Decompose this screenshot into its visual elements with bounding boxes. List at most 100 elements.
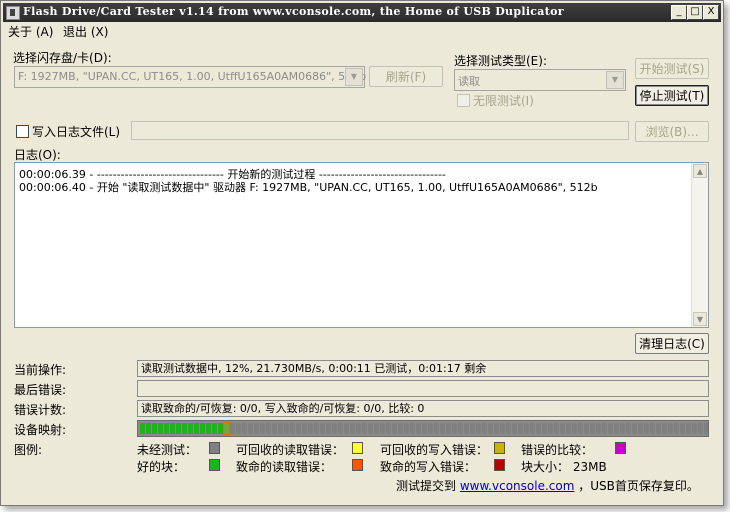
device-map-block [344, 423, 349, 434]
device-map-block [650, 423, 655, 434]
device-map-block [530, 423, 535, 434]
test-type-label: 选择测试类型(E): [454, 54, 547, 68]
menu-bar: 关于 (A) 退出 (X) [3, 23, 721, 39]
device-map-block [206, 423, 211, 434]
device-map-block [578, 423, 583, 434]
browse-button[interactable]: 浏览(B)... [635, 121, 709, 142]
write-log-checkbox[interactable] [16, 125, 29, 138]
device-map-block [272, 423, 277, 434]
last-error-label: 最后错误: [14, 383, 67, 397]
write-log-label: 写入日志文件(L) [32, 125, 121, 139]
device-map-block [278, 423, 283, 434]
infinite-test-checkbox[interactable] [457, 94, 470, 107]
device-map-block [596, 423, 601, 434]
drive-label: 选择闪存盘/卡(D): [13, 51, 112, 65]
device-map-block [632, 423, 637, 434]
drive-select-value: F: 1927MB, "UPAN.CC, UT165, 1.00, UtffU1… [18, 70, 367, 83]
device-map-block [638, 423, 643, 434]
start-test-button[interactable]: 开始测试(S) [635, 58, 709, 79]
app-window: Flash Drive/Card Tester v1.14 from www.v… [0, 0, 724, 506]
device-map-block [194, 423, 199, 434]
device-map-block [608, 423, 613, 434]
legend-good-swatch [209, 459, 220, 471]
device-map-block [200, 423, 205, 434]
menu-exit[interactable]: 退出 (X) [63, 23, 108, 40]
log-file-path-input[interactable] [131, 121, 629, 140]
minimize-button[interactable]: _ [671, 5, 687, 20]
menu-about[interactable]: 关于 (A) [8, 23, 53, 40]
maximize-button[interactable]: □ [687, 5, 703, 20]
device-map-block [602, 423, 607, 434]
drive-select[interactable]: F: 1927MB, "UPAN.CC, UT165, 1.00, UtffU1… [14, 66, 367, 88]
device-map-block [254, 423, 259, 434]
device-map-block [620, 423, 625, 434]
device-map-block [476, 423, 481, 434]
test-type-select[interactable]: 读取 ▼ [454, 69, 626, 91]
last-error-value [137, 380, 709, 397]
device-map-block [548, 423, 553, 434]
device-map-block [518, 423, 523, 434]
legend-recoverable-read-swatch [352, 442, 363, 454]
device-map-block [458, 423, 463, 434]
device-map-block [494, 423, 499, 434]
device-map-block [446, 423, 451, 434]
device-map-block [590, 423, 595, 434]
device-map-block [308, 423, 313, 434]
device-map-block [422, 423, 427, 434]
device-map [137, 420, 709, 437]
device-map-block [668, 423, 673, 434]
device-map-block [662, 423, 667, 434]
device-map-block [464, 423, 469, 434]
device-map-block [362, 423, 367, 434]
device-map-block [500, 423, 505, 434]
footer-prefix: 测试提交到 [396, 479, 457, 493]
log-textarea[interactable]: 00:00:06.39 - --------------------------… [14, 162, 709, 328]
close-button[interactable]: X [703, 5, 719, 20]
device-map-block [152, 423, 157, 434]
device-map-block [512, 423, 517, 434]
device-map-block [368, 423, 373, 434]
device-map-block [326, 423, 331, 434]
refresh-button[interactable]: 刷新(F) [369, 66, 443, 87]
device-map-block [314, 423, 319, 434]
legend-recoverable-write-swatch [494, 442, 505, 454]
device-map-block [284, 423, 289, 434]
device-map-block [170, 423, 175, 434]
current-operation-value: 读取测试数据中, 12%, 21.730MB/s, 0:00:11 已测试，0:… [137, 360, 709, 377]
title-bar[interactable]: Flash Drive/Card Tester v1.14 from www.v… [3, 3, 721, 22]
device-map-block [164, 423, 169, 434]
device-map-block [560, 423, 565, 434]
device-map-label: 设备映射: [14, 423, 67, 437]
website-link[interactable]: www.vconsole.com [460, 479, 575, 493]
legend-recoverable-read-label: 可回收的读取错误： [236, 443, 345, 457]
error-count-label: 错误计数: [14, 403, 67, 417]
app-icon [6, 6, 20, 20]
device-map-block [140, 423, 145, 434]
legend-untested-swatch [209, 442, 220, 454]
device-map-block [572, 423, 577, 434]
device-map-block [236, 423, 241, 434]
footer: 测试提交到 www.vconsole.com ，USB首页保存复印。 [396, 477, 699, 494]
device-map-block [614, 423, 619, 434]
device-map-block [680, 423, 685, 434]
device-map-block [656, 423, 661, 434]
legend-compare-error-swatch [615, 442, 626, 454]
log-line: 00:00:06.40 - 开始 "读取测试数据中" 驱动器 F: 1927MB… [19, 181, 598, 194]
device-map-block [320, 423, 325, 434]
device-map-block [332, 423, 337, 434]
clear-log-button[interactable]: 清理日志(C) [635, 333, 709, 354]
scroll-down-icon[interactable]: ▼ [693, 312, 707, 326]
stop-test-button[interactable]: 停止测试(T) [635, 85, 709, 106]
footer-suffix: ，USB首页保存复印。 [578, 479, 699, 493]
window-title: Flash Drive/Card Tester v1.14 from www.v… [23, 5, 564, 18]
scroll-up-icon[interactable]: ▲ [693, 164, 707, 178]
device-map-block [188, 423, 193, 434]
log-scrollbar[interactable]: ▲ ▼ [691, 163, 708, 327]
device-map-block [506, 423, 511, 434]
device-map-block [398, 423, 403, 434]
device-map-block [158, 423, 163, 434]
device-map-block [554, 423, 559, 434]
device-map-block [404, 423, 409, 434]
device-map-block [146, 423, 151, 434]
device-map-block [182, 423, 187, 434]
